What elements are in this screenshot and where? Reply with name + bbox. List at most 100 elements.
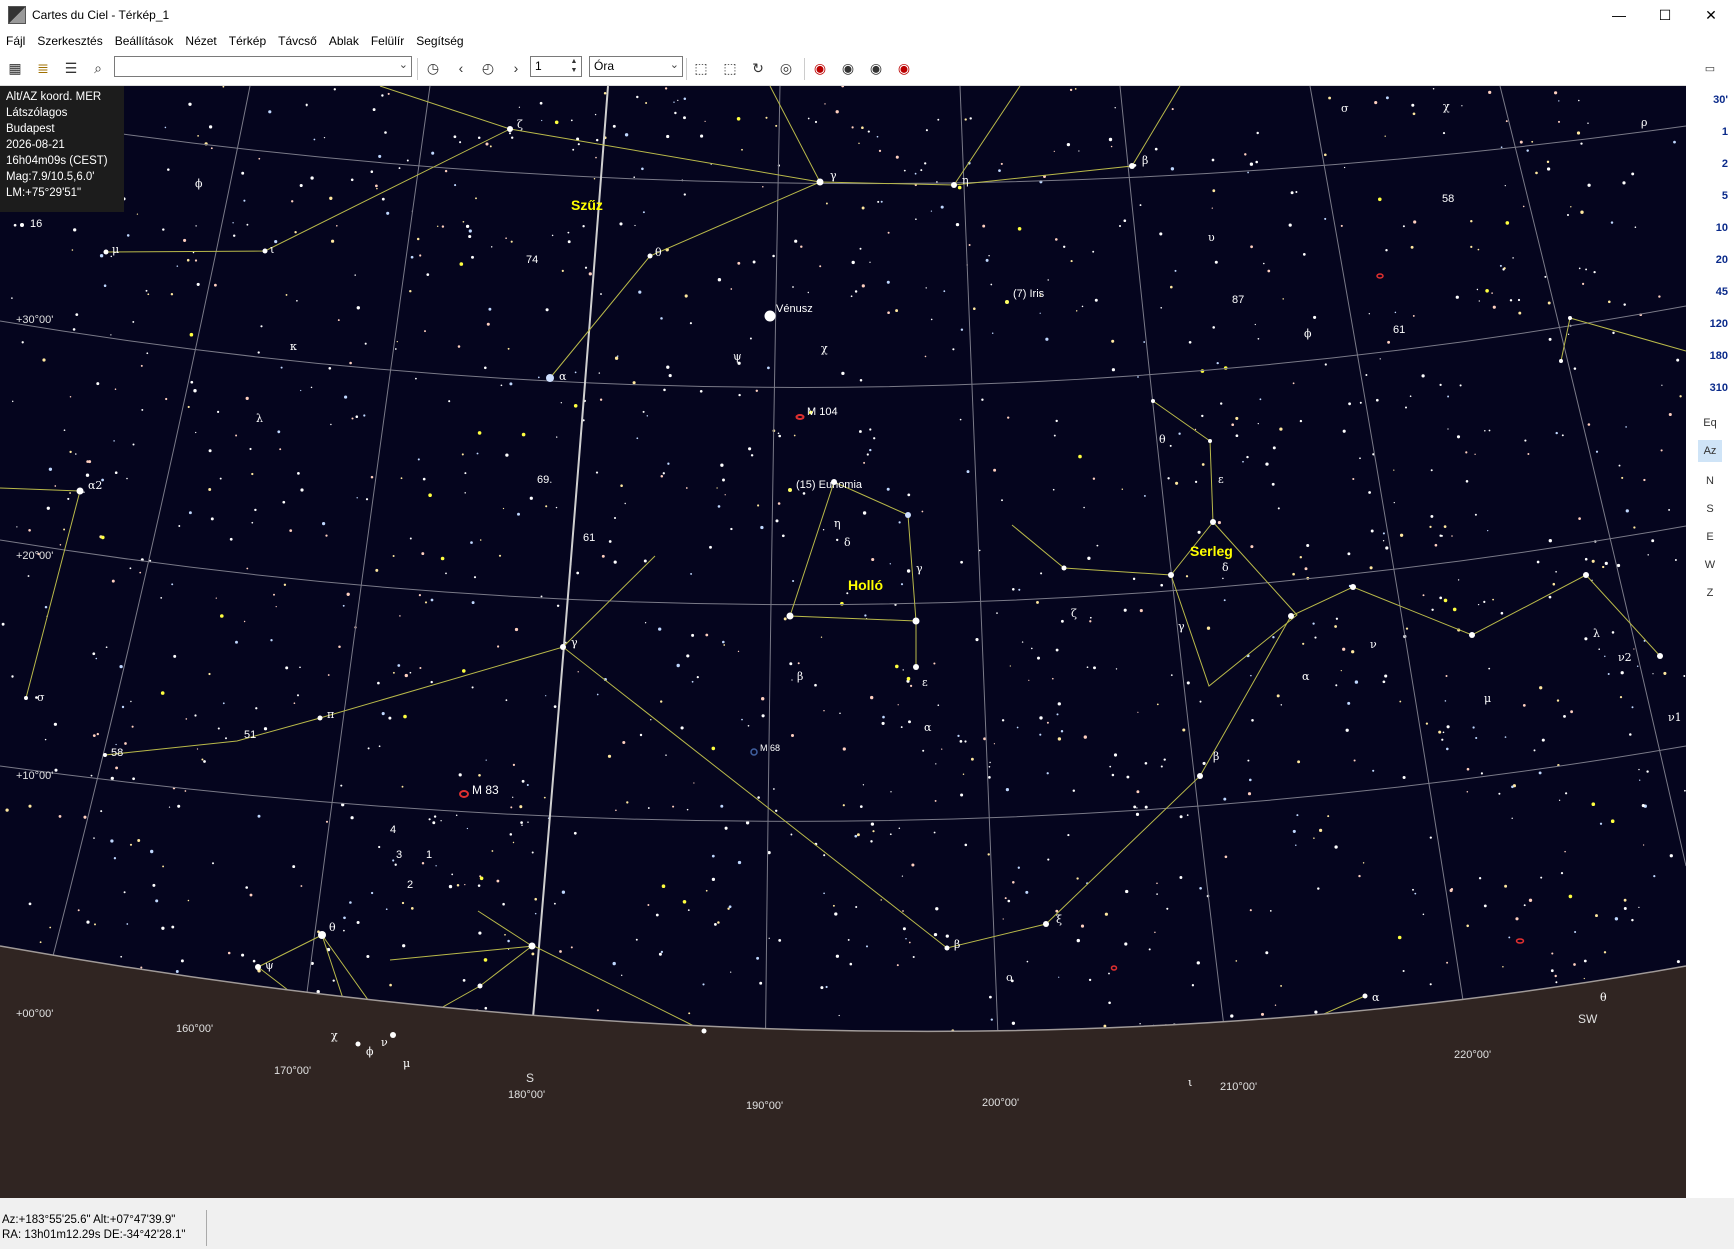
telescope-sync-icon[interactable]: ◉ (867, 59, 885, 77)
star (1016, 726, 1019, 729)
iris-label[interactable]: (7) Iris (1013, 288, 1045, 300)
step-back-icon[interactable]: ‹ (452, 59, 470, 77)
star (941, 748, 943, 750)
star (1123, 219, 1127, 223)
star (1185, 575, 1189, 578)
fov-button[interactable]: 310 (1688, 382, 1728, 394)
fov-button[interactable]: 180 (1688, 350, 1728, 362)
star (1438, 730, 1442, 734)
time-step-input[interactable]: 1 ▲ ▼ (530, 56, 582, 77)
eunomia-marker[interactable] (788, 488, 792, 492)
telescope-slew-icon[interactable]: ◉ (839, 59, 857, 77)
now-icon[interactable]: ◴ (479, 59, 497, 77)
menu-window[interactable]: Ablak (323, 30, 365, 52)
star-label: π (327, 708, 334, 721)
equatorial-mode-icon[interactable]: Eq (1698, 412, 1722, 434)
star (49, 926, 52, 929)
star (1250, 245, 1253, 249)
telescope-connect-icon[interactable]: ◉ (811, 59, 829, 77)
fov-button[interactable]: 120 (1688, 318, 1728, 330)
view-south-button[interactable]: S (1698, 498, 1722, 520)
sky-chart[interactable]: Szűz Holló Serleg Vénusz (7) Iris (15) E… (0, 86, 1686, 1198)
star (1410, 245, 1414, 249)
search-combo[interactable]: ⌄ (114, 56, 412, 77)
altaz-mode-icon[interactable]: Az (1698, 440, 1722, 462)
venus-label[interactable]: Vénusz (776, 303, 813, 315)
menu-view[interactable]: Nézet (179, 30, 222, 52)
maximize-button[interactable]: ☐ (1642, 0, 1688, 30)
star (990, 1018, 993, 1021)
view-east-button[interactable]: E (1698, 526, 1722, 548)
star (497, 645, 500, 648)
m83-label[interactable]: M 83 (472, 783, 499, 797)
menu-help[interactable]: Segítség (410, 30, 469, 52)
telescope-abort-icon[interactable]: ◉ (895, 59, 913, 77)
rotate-icon[interactable]: ↻ (749, 59, 767, 77)
search-icon[interactable]: ⌕ (89, 59, 107, 77)
fov-button[interactable]: 45 (1688, 286, 1728, 298)
star (1267, 269, 1271, 273)
view-west-button[interactable]: W (1698, 554, 1722, 576)
star (789, 662, 793, 666)
variable-star (1610, 819, 1615, 823)
star (299, 666, 301, 669)
menu-edit[interactable]: Szerkesztés (31, 30, 108, 52)
star (28, 529, 31, 532)
object-list-icon[interactable]: ≣ (34, 59, 52, 77)
zoom-in-icon[interactable]: ⬚ (692, 59, 710, 77)
star (509, 833, 513, 836)
star (1045, 337, 1049, 341)
fov-button[interactable]: 1 (1688, 126, 1728, 138)
star (110, 839, 114, 843)
calendar-icon[interactable]: ▦ (6, 59, 24, 77)
fov-button[interactable]: 2 (1688, 158, 1728, 170)
star (392, 671, 395, 674)
star (1459, 384, 1462, 387)
menu-chart[interactable]: Térkép (223, 30, 272, 52)
star (747, 724, 750, 727)
clock-icon[interactable]: ◷ (424, 59, 442, 77)
venus-marker[interactable] (764, 310, 776, 322)
fov-button[interactable]: 30' (1688, 94, 1728, 106)
star-label: 16 (30, 218, 42, 230)
step-forward-icon[interactable]: › (507, 59, 525, 77)
close-button[interactable]: ✕ (1688, 0, 1734, 30)
star (476, 452, 479, 455)
menu-file[interactable]: Fájl (0, 30, 31, 52)
star (208, 672, 211, 676)
eunomia-label[interactable]: (15) Eunomia (796, 479, 863, 491)
zoom-out-icon[interactable]: ⬚ (721, 59, 739, 77)
m104-label[interactable]: M 104 (807, 406, 838, 418)
minimize-button[interactable]: — (1596, 0, 1642, 30)
chevron-down-icon[interactable]: ⌄ (670, 58, 679, 71)
center-icon[interactable]: ◎ (777, 59, 795, 77)
spin-arrows-icon[interactable]: ▲ ▼ (568, 57, 580, 76)
fov-button[interactable]: 5 (1688, 190, 1728, 202)
star-label: ο (1006, 971, 1013, 984)
fov-button[interactable]: 20 (1688, 254, 1728, 266)
star-label: σ (1341, 102, 1349, 115)
sky-map[interactable]: Szűz Holló Serleg Vénusz (7) Iris (15) E… (0, 86, 1686, 1198)
star (896, 964, 899, 967)
view-zenith-button[interactable]: Z (1698, 582, 1722, 604)
menu-telescope[interactable]: Távcső (272, 30, 323, 52)
menu-update[interactable]: Felülír (365, 30, 410, 52)
star (1144, 762, 1148, 765)
star (814, 120, 818, 124)
menu-settings[interactable]: Beállítások (109, 30, 180, 52)
chevron-down-icon[interactable]: ⌄ (399, 58, 408, 71)
panel-toggle-icon[interactable]: ▭ (1698, 58, 1722, 80)
m68-label[interactable]: M 68 (760, 743, 780, 753)
view-north-button[interactable]: N (1698, 470, 1722, 492)
star (72, 328, 76, 331)
time-unit-select[interactable]: Óra ⌄ (589, 56, 683, 77)
details-icon[interactable]: ☰ (62, 59, 80, 77)
star (1115, 668, 1118, 670)
star (1465, 480, 1469, 483)
iris-marker[interactable] (1005, 300, 1009, 304)
star (1290, 191, 1294, 195)
star (289, 529, 293, 532)
star (1108, 972, 1110, 975)
fov-button[interactable]: 10 (1688, 222, 1728, 234)
star (1347, 552, 1351, 556)
